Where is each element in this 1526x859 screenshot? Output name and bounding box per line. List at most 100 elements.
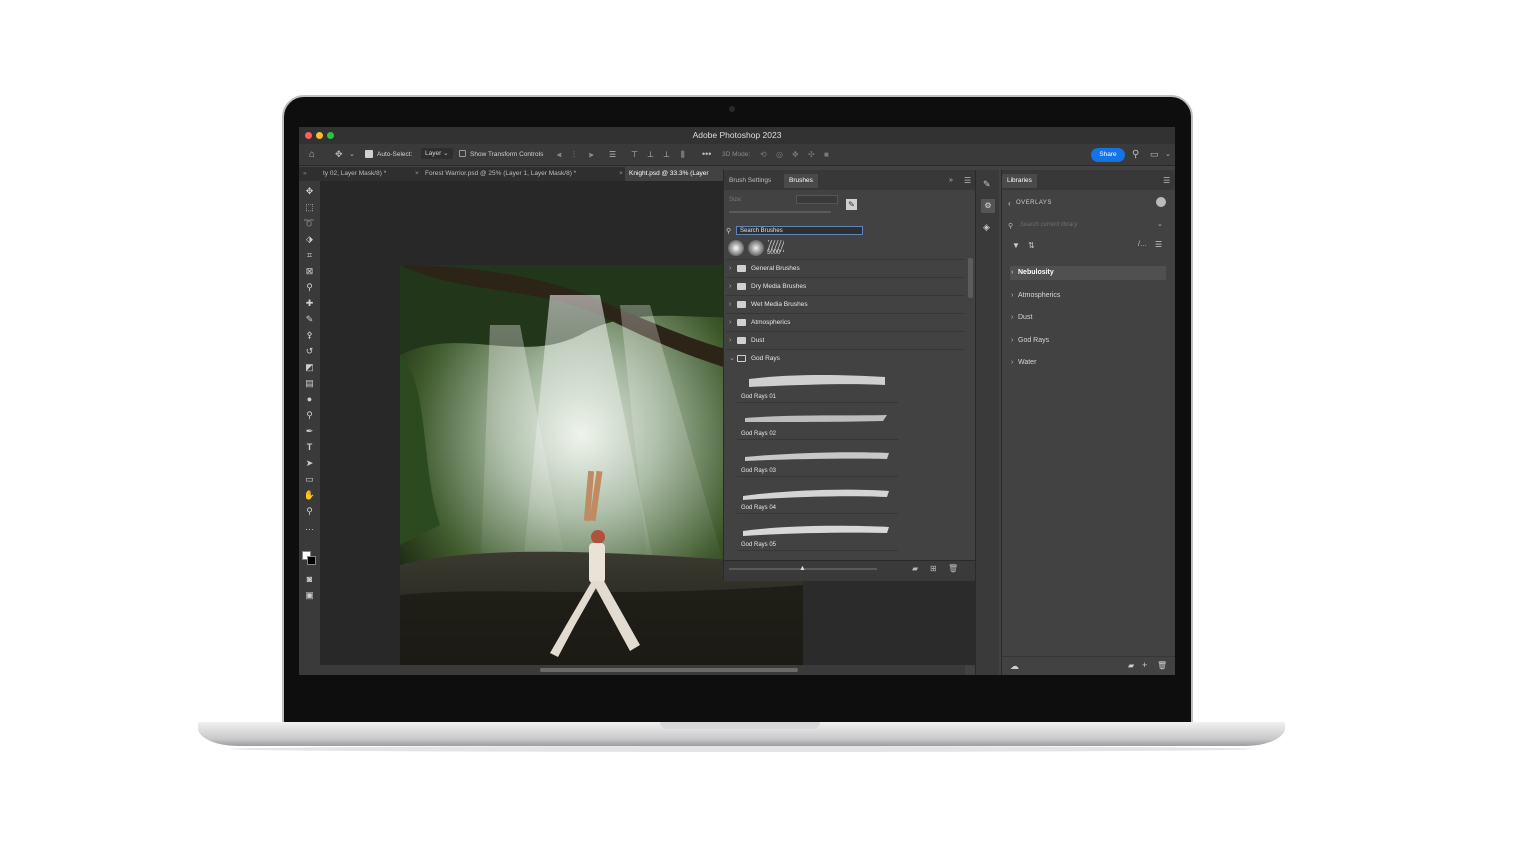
align-center-icon[interactable]: ⫶ — [573, 149, 575, 160]
healing-brush-tool-icon[interactable]: ✚ — [303, 297, 316, 310]
tab-brushes[interactable]: Brushes — [784, 174, 818, 188]
roll-3d-icon[interactable]: ◎ — [776, 149, 783, 160]
recent-brush-1[interactable] — [728, 240, 744, 256]
align-bottom-icon[interactable]: ⊥ — [663, 149, 670, 160]
edit-toolbar-icon[interactable]: … — [303, 521, 316, 534]
layers-icon[interactable]: ◈ — [983, 222, 990, 233]
library-group-nebulosity[interactable]: › Nebulosity — [1010, 266, 1166, 280]
frame-tool-icon[interactable]: ⊠ — [303, 265, 316, 278]
zoom-tool-icon[interactable]: ⚲ — [303, 505, 316, 518]
move-tool-icon[interactable]: ✥ — [303, 185, 316, 198]
grid-view-icon[interactable]: /… — [1138, 241, 1147, 248]
close-tab-icon[interactable]: × — [615, 167, 623, 181]
brush-folder[interactable]: › Dust — [726, 331, 965, 348]
align-left-icon[interactable]: ⫷ — [557, 149, 562, 160]
hand-tool-icon[interactable]: ✋ — [303, 489, 316, 502]
clone-stamp-tool-icon[interactable]: ⚴ — [303, 329, 316, 342]
tab-brush-settings[interactable]: Brush Settings — [724, 174, 776, 188]
auto-select-target-dropdown[interactable]: Layer ⌄ — [421, 148, 453, 159]
brush-folder[interactable]: › Atmospherics — [726, 313, 965, 330]
orbit-3d-icon[interactable]: ⟲ — [760, 149, 767, 160]
more-options-icon[interactable]: ••• — [702, 149, 711, 160]
background-color-swatch[interactable] — [307, 556, 316, 565]
chevron-down-icon[interactable]: ⌄ — [349, 149, 355, 160]
brush-preset[interactable]: God Rays 02 — [737, 404, 898, 440]
type-tool-icon[interactable]: T — [303, 441, 316, 454]
slide-3d-icon[interactable]: ✣ — [808, 149, 815, 160]
close-window-button[interactable] — [305, 132, 312, 139]
panel-menu-icon[interactable]: ☰ — [1163, 176, 1170, 185]
pan-3d-icon[interactable]: ✥ — [792, 149, 799, 160]
collapse-panel-icon[interactable]: » — [949, 177, 953, 184]
zoom-window-button[interactable] — [327, 132, 334, 139]
panel-menu-icon[interactable]: ☰ — [964, 176, 971, 185]
scale-3d-icon[interactable]: ■ — [824, 149, 829, 160]
library-name[interactable]: OVERLAYS — [1016, 200, 1052, 206]
crop-tool-icon[interactable]: ⌗ — [303, 249, 316, 262]
collaborator-icon[interactable] — [1156, 197, 1166, 207]
pen-tool-icon[interactable]: ✒ — [303, 425, 316, 438]
eyedropper-tool-icon[interactable]: ⚲ — [303, 281, 316, 294]
dodge-tool-icon[interactable]: ⚲ — [303, 409, 316, 422]
align-top-icon[interactable]: ⊤ — [631, 149, 638, 160]
show-transform-controls-checkbox[interactable] — [459, 150, 466, 157]
search-icon[interactable]: ⚲ — [1132, 149, 1139, 160]
home-icon[interactable]: ⌂ — [309, 149, 315, 160]
horizontal-scroll-thumb[interactable] — [540, 668, 798, 672]
brushes-scrollbar[interactable] — [968, 258, 973, 298]
gradient-tool-icon[interactable]: ▤ — [303, 377, 316, 390]
auto-select-checkbox[interactable] — [365, 150, 373, 158]
tab-overflow-icon[interactable]: » — [299, 167, 309, 181]
screen-mode-icon[interactable]: ▣ — [303, 589, 316, 602]
brush-preset[interactable]: God Rays 01 — [737, 367, 898, 403]
library-group-water[interactable]: › Water — [1010, 356, 1166, 370]
brush-folder[interactable]: › Dry Media Brushes — [726, 277, 965, 294]
quick-mask-icon[interactable]: ◙ — [303, 573, 316, 586]
create-brush-icon[interactable]: ✎ — [846, 199, 857, 210]
blur-tool-icon[interactable]: ● — [303, 393, 316, 406]
distribute-icon[interactable]: ☰ — [609, 149, 616, 160]
tab-libraries[interactable]: Libraries — [1002, 174, 1037, 188]
eraser-tool-icon[interactable]: ◩ — [303, 361, 316, 374]
back-chevron-icon[interactable]: ‹ — [1008, 199, 1011, 208]
list-view-icon[interactable]: ☰ — [1155, 240, 1162, 249]
rectangle-tool-icon[interactable]: ▭ — [303, 473, 316, 486]
lasso-tool-icon[interactable]: ➰ — [303, 217, 316, 230]
workspace-icon[interactable]: ▭ — [1150, 149, 1159, 160]
brush-panel-icon[interactable]: ✎ — [983, 179, 991, 190]
tab-document-2[interactable]: Forest Warrior.psd @ 25% (Layer 1, Layer… — [421, 167, 576, 181]
share-button[interactable]: Share — [1091, 148, 1125, 162]
add-icon[interactable]: + — [1142, 660, 1147, 670]
search-scope-chevron-icon[interactable]: ⌄ — [1157, 220, 1163, 228]
brush-folder[interactable]: › General Brushes — [726, 259, 965, 276]
path-selection-tool-icon[interactable]: ➤ — [303, 457, 316, 470]
brush-preset[interactable]: God Rays 04 — [737, 478, 898, 514]
brush-folder[interactable]: › Wet Media Brushes — [726, 295, 965, 312]
library-group-dust[interactable]: › Dust — [1010, 311, 1166, 325]
recent-brush-2[interactable] — [748, 240, 764, 256]
marquee-tool-icon[interactable]: ⬚ — [303, 201, 316, 214]
brush-folder-expanded[interactable]: ⌄ God Rays — [726, 349, 965, 366]
distribute-vertical-icon[interactable]: ⫼ — [681, 149, 685, 160]
cloud-icon[interactable]: ☁ — [1010, 661, 1019, 672]
brush-preset[interactable]: God Rays 05 — [737, 515, 898, 551]
tab-document-3[interactable]: Knight.psd @ 33.3% (Layer — [625, 167, 725, 181]
filter-icon[interactable]: ▼ — [1012, 241, 1020, 250]
slider-thumb-icon[interactable]: ▲ — [799, 565, 806, 572]
library-group-god-rays[interactable]: › God Rays — [1010, 334, 1166, 348]
brush-preset[interactable]: God Rays 03 — [737, 441, 898, 477]
brush-search-input[interactable]: Search Brushes — [736, 226, 863, 235]
library-group-atmospherics[interactable]: › Atmospherics — [1010, 289, 1166, 303]
adjustments-icon[interactable]: ⚙ — [981, 199, 995, 213]
size-input[interactable] — [796, 195, 838, 204]
trash-icon[interactable]: 🗑 — [948, 564, 958, 573]
sort-icon[interactable]: ⇅ — [1028, 241, 1035, 250]
new-brush-icon[interactable]: ⊞ — [930, 564, 937, 573]
trash-icon[interactable]: 🗑 — [1157, 661, 1167, 670]
move-tool-icon[interactable]: ✥ — [335, 149, 343, 160]
tab-document-1[interactable]: ty 02, Layer Mask/8) * — [319, 167, 386, 181]
library-search-input[interactable]: Search current library — [1020, 222, 1077, 228]
brush-tool-icon[interactable]: ✎ — [303, 313, 316, 326]
align-right-icon[interactable]: ⫸ — [589, 149, 594, 160]
minimize-window-button[interactable] — [316, 132, 323, 139]
